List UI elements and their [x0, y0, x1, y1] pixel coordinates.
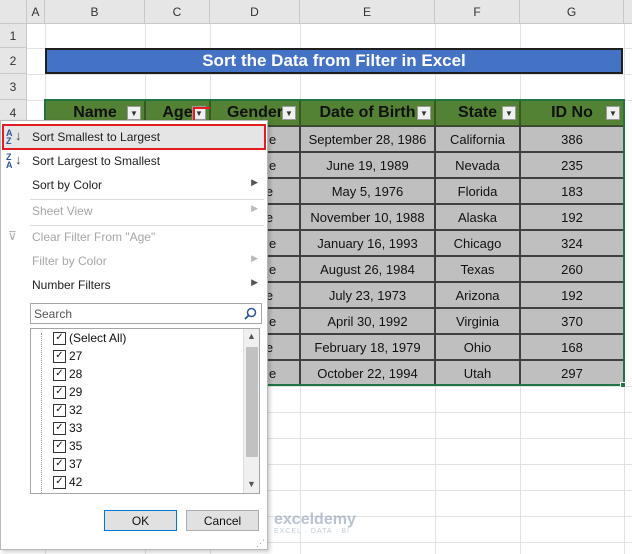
- filter-search-input[interactable]: Search: [30, 303, 262, 324]
- menu-number-filters[interactable]: Number Filters ▶: [0, 273, 266, 297]
- scrollbar-thumb[interactable]: [246, 347, 258, 457]
- list-item[interactable]: ✓ 37: [53, 455, 82, 473]
- list-item-select-all[interactable]: ✓ (Select All): [53, 329, 126, 347]
- submenu-arrow-icon: ▶: [251, 277, 258, 287]
- list-scrollbar[interactable]: ▲ ▼: [243, 329, 259, 493]
- watermark-tagline: EXCEL · DATA · BI: [274, 527, 350, 535]
- menu-filter-by-color: Filter by Color ▶: [0, 249, 266, 273]
- menu-label: Clear Filter From "Age": [32, 230, 156, 244]
- resize-grip-icon[interactable]: ⋰: [256, 538, 265, 549]
- search-placeholder: Search: [34, 306, 73, 321]
- checkbox-checked-icon[interactable]: ✓: [53, 457, 66, 471]
- checkbox-checked-icon[interactable]: ✓: [53, 439, 66, 453]
- column-header-g[interactable]: G: [520, 0, 624, 24]
- list-item[interactable]: ✓ 32: [53, 401, 82, 419]
- column-header-b[interactable]: B: [45, 0, 145, 24]
- menu-label: Filter by Color: [32, 254, 107, 268]
- menu-label: Sheet View: [32, 204, 93, 218]
- fill-handle[interactable]: [620, 382, 626, 388]
- list-item-label: (Select All): [69, 331, 127, 345]
- column-header-h[interactable]: [624, 0, 632, 24]
- sort-arrow-icon: ↓: [15, 152, 22, 167]
- ok-button[interactable]: OK: [104, 510, 177, 531]
- list-item[interactable]: ✓ 35: [53, 437, 82, 455]
- checkbox-checked-icon[interactable]: ✓: [53, 421, 66, 435]
- checkbox-checked-icon[interactable]: ✓: [53, 367, 66, 381]
- cancel-button[interactable]: Cancel: [186, 510, 259, 531]
- row-header-2[interactable]: 2: [0, 48, 27, 74]
- list-item[interactable]: ✓ 42: [53, 473, 82, 491]
- checkbox-checked-icon[interactable]: ✓: [53, 403, 66, 417]
- submenu-arrow-icon: ▶: [251, 203, 258, 213]
- checkbox-checked-icon[interactable]: ✓: [53, 475, 66, 489]
- scroll-up-icon[interactable]: ▲: [247, 331, 256, 341]
- checkbox-checked-icon[interactable]: ✓: [53, 349, 66, 363]
- tree-line: [41, 333, 42, 493]
- list-item-label: 42: [69, 475, 83, 489]
- clear-filter-icon: ⊽: [8, 229, 17, 243]
- menu-label: Sort Largest to Smallest: [32, 154, 161, 168]
- select-all-corner[interactable]: [0, 0, 27, 24]
- gridline: [27, 74, 632, 75]
- row-header-1[interactable]: 1: [0, 24, 27, 48]
- list-item-label: 35: [69, 439, 83, 453]
- row-header-3[interactable]: 3: [0, 74, 27, 100]
- menu-sort-by-color[interactable]: Sort by Color ▶: [0, 173, 266, 197]
- menu-sort-largest-to-smallest[interactable]: ZA ↓ Sort Largest to Smallest: [0, 149, 266, 173]
- filter-value-list[interactable]: ✓ (Select All) ✓ 27 ✓ 28 ✓ 29 ✓ 32 ✓ 33 …: [30, 328, 260, 494]
- list-item[interactable]: ✓ 29: [53, 383, 82, 401]
- list-item-label: 37: [69, 457, 83, 471]
- list-item-label: 28: [69, 367, 83, 381]
- watermark-name: exceldemy: [274, 510, 356, 528]
- list-item-label: 32: [69, 403, 83, 417]
- list-item[interactable]: ✓ 33: [53, 419, 82, 437]
- checkbox-checked-icon[interactable]: ✓: [53, 331, 66, 345]
- menu-label: Sort Smallest to Largest: [32, 130, 161, 144]
- menu-sheet-view: Sheet View ▶: [0, 199, 266, 223]
- submenu-arrow-icon: ▶: [251, 177, 258, 187]
- list-item-label: 27: [69, 349, 83, 363]
- list-item[interactable]: ✓ 28: [53, 365, 82, 383]
- list-item-label: 33: [69, 421, 83, 435]
- column-header-a[interactable]: A: [27, 0, 45, 24]
- menu-label: Number Filters: [32, 278, 111, 292]
- column-header-e[interactable]: E: [300, 0, 435, 24]
- sheet-title: Sort the Data from Filter in Excel: [45, 48, 623, 74]
- sort-arrow-icon: ↓: [15, 128, 22, 143]
- list-item[interactable]: ✓ 27: [53, 347, 82, 365]
- checkbox-checked-icon[interactable]: ✓: [53, 385, 66, 399]
- sort-ascending-icon: AZ: [6, 128, 13, 146]
- column-header-d[interactable]: D: [210, 0, 300, 24]
- column-header-f[interactable]: F: [435, 0, 520, 24]
- menu-clear-filter: ⊽ Clear Filter From "Age": [0, 225, 266, 249]
- sort-descending-icon: ZA: [6, 152, 13, 170]
- menu-sort-smallest-to-largest[interactable]: AZ ↓ Sort Smallest to Largest: [0, 125, 266, 149]
- column-header-c[interactable]: C: [145, 0, 210, 24]
- scroll-down-icon[interactable]: ▼: [247, 479, 256, 489]
- submenu-arrow-icon: ▶: [251, 253, 258, 263]
- menu-label: Sort by Color: [32, 178, 103, 192]
- search-icon: [244, 307, 257, 320]
- list-item-label: 29: [69, 385, 83, 399]
